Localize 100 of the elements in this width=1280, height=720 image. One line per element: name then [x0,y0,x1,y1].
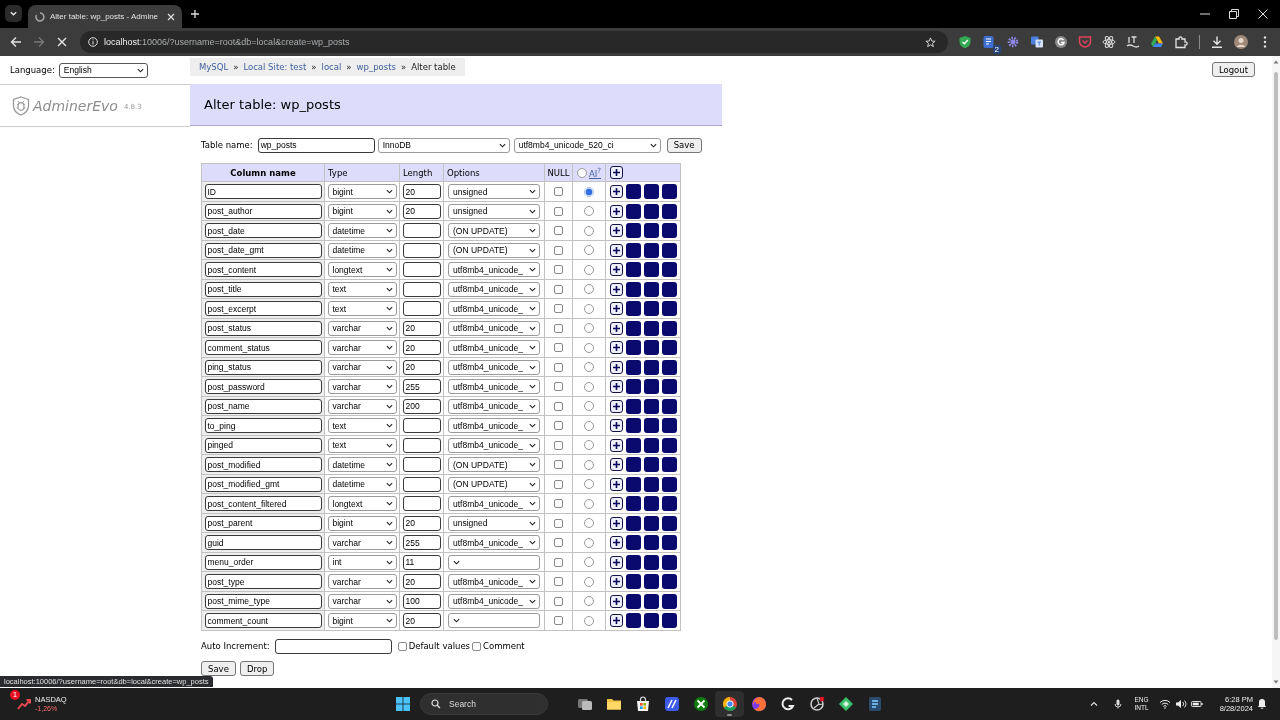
length-field[interactable] [402,301,441,316]
square-button[interactable] [662,554,677,570]
column-name-field[interactable]: post_type [204,574,322,589]
aperture-icon[interactable] [808,696,825,712]
no-auto-increment-radio[interactable] [576,167,587,178]
column-name-field[interactable]: post_password [204,379,322,394]
null-checkbox[interactable] [554,421,563,430]
length-field[interactable] [402,223,441,238]
length-field[interactable]: 20 [402,613,441,628]
length-field[interactable]: 20 [402,359,441,375]
length-field[interactable] [402,262,441,277]
type-select[interactable]: varchar [327,593,397,609]
null-checkbox[interactable] [554,284,563,294]
column-name-field[interactable]: comment_status [204,340,322,355]
square-button[interactable] [626,476,641,492]
null-checkbox[interactable] [554,206,563,216]
options-select[interactable]: utf8mb4_unicode_ [448,398,540,414]
options-select[interactable]: utf8mb4_unicode_ [448,496,540,511]
options-select[interactable]: unsigned [448,515,540,531]
column-name-field[interactable]: post_status [204,320,322,336]
square-button[interactable] [626,203,641,219]
puzzle-piece-icon[interactable] [1174,35,1188,49]
column-name-field[interactable]: post_date [204,223,322,238]
square-button[interactable] [662,593,677,609]
add-column-button[interactable] [610,243,623,257]
type-select[interactable]: varchar [327,574,397,589]
type-select[interactable]: text [327,437,397,453]
bookmark-star-icon[interactable] [925,36,936,48]
options-select[interactable]: utf8mb4_unicode_ [448,593,540,609]
auto-increment-radio[interactable] [584,537,594,548]
triangle-drive-icon[interactable] [1150,35,1164,49]
square-button[interactable] [644,203,659,219]
square-button[interactable] [644,281,659,297]
square-button[interactable] [644,437,659,453]
folder-icon[interactable] [605,696,622,712]
null-checkbox[interactable] [554,538,563,547]
square-button[interactable] [626,437,641,453]
column-name-field[interactable]: comment_count [204,613,322,628]
add-column-button[interactable] [610,594,623,608]
tab-list-button[interactable] [5,5,22,22]
ai-header-link[interactable]: AI$^{?}$ [588,166,602,179]
comment-checkbox[interactable] [472,641,482,651]
square-button[interactable] [644,476,659,492]
length-field[interactable] [402,281,441,297]
length-field[interactable]: 100 [402,593,441,609]
add-column-button[interactable] [610,419,623,432]
column-name-field[interactable]: post_modified [204,457,322,472]
save-button[interactable]: Save [201,661,236,676]
wifi-icon[interactable] [1159,699,1171,709]
null-checkbox[interactable] [554,265,563,274]
null-checkbox[interactable] [554,499,563,508]
auto-increment-radio[interactable] [584,518,594,528]
type-select[interactable]: int [327,554,397,570]
taskbar-search-button[interactable]: Search [420,693,548,715]
microphone-icon[interactable] [1113,699,1123,709]
default-values-label[interactable]: Default values [408,641,471,651]
square-button[interactable] [626,320,641,336]
square-button[interactable] [662,242,677,258]
options-select[interactable]: utf8mb4_unicode_ [448,262,540,277]
options-select[interactable]: (ON UPDATE) [448,457,540,472]
add-column-button[interactable] [610,575,623,588]
document-tile-icon[interactable] [982,35,996,49]
type-select[interactable]: varchar [327,398,397,414]
options-select[interactable]: unsigned [448,203,540,219]
logout-button[interactable]: Logout [1211,62,1255,77]
type-select[interactable]: datetime [327,223,397,238]
null-checkbox[interactable] [554,343,563,352]
editor-tile-icon[interactable] [663,696,680,712]
square-button[interactable] [644,242,659,258]
auto-increment-radio[interactable] [584,303,594,314]
breadcrumb-link[interactable]: local [321,62,342,72]
square-button[interactable] [626,515,641,531]
add-column-button[interactable] [610,555,623,569]
options-select[interactable]: utf8mb4_unicode_ [448,340,540,355]
auto-increment-radio[interactable] [584,576,594,587]
column-name-field[interactable]: menu_order [204,554,322,570]
column-name-field[interactable]: post_date_gmt [204,242,322,258]
options-select[interactable]: unsigned [448,184,540,199]
shield-check-icon[interactable] [958,35,972,49]
address-bar[interactable]: localhost:10006/?username=root&db=local&create=wp_posts [80,31,948,53]
speaker-icon[interactable] [1175,699,1187,709]
options-select[interactable] [448,554,540,570]
auto-increment-radio[interactable] [584,264,594,275]
options-select[interactable]: utf8mb4_unicode_ [448,379,540,394]
column-name-field[interactable]: guid [204,535,322,550]
square-button[interactable] [644,593,659,609]
null-checkbox[interactable] [554,401,563,411]
add-column-button[interactable] [610,321,623,335]
square-button[interactable] [644,320,659,336]
null-checkbox[interactable] [554,557,563,567]
type-select[interactable]: longtext [327,262,397,277]
options-select[interactable]: (ON UPDATE) [448,223,540,238]
type-select[interactable]: varchar [327,340,397,355]
square-button[interactable] [626,398,641,414]
auto-increment-field[interactable] [274,638,392,654]
auto-increment-radio[interactable] [584,323,594,333]
options-select[interactable]: utf8mb4_unicode_ [448,320,540,336]
add-column-button[interactable] [610,536,623,549]
column-name-field[interactable]: post_modified_gmt [204,476,322,492]
type-select[interactable]: datetime [327,457,397,472]
